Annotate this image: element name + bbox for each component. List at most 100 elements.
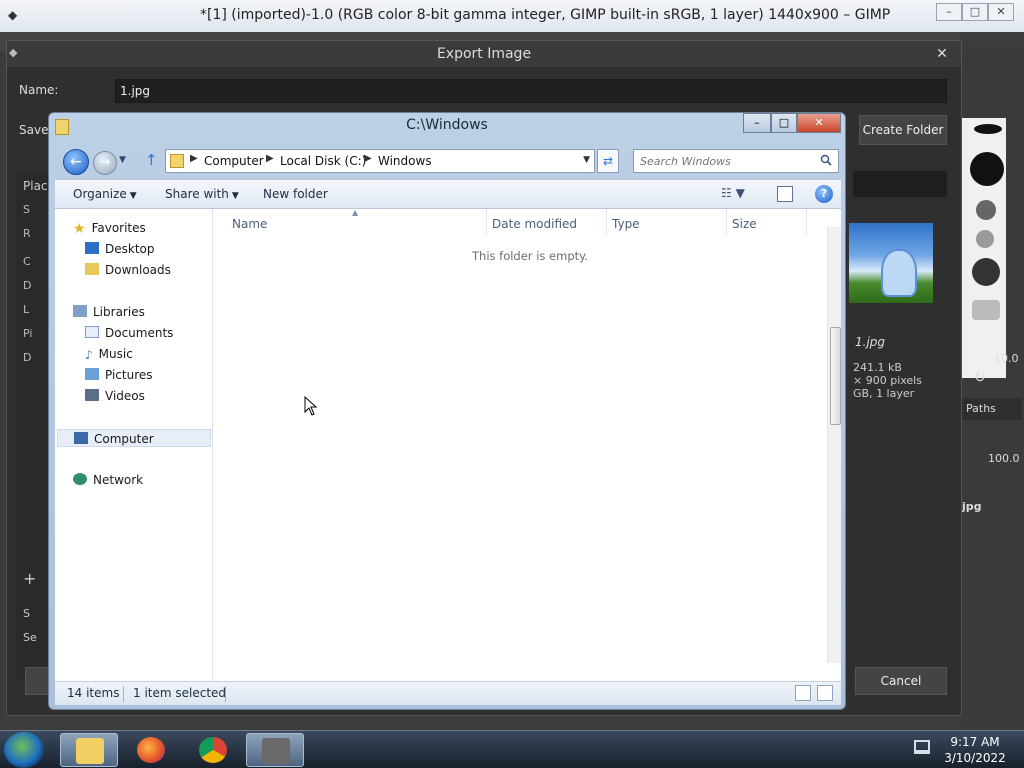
- nav-pictures[interactable]: Pictures: [85, 366, 153, 384]
- gimp-close-button[interactable]: ✕: [988, 3, 1014, 21]
- file-list-pane[interactable]: Name ▲ Date modified Type Size This fold…: [214, 208, 826, 681]
- export-close-button[interactable]: ✕: [931, 44, 953, 64]
- large-icons-view-icon[interactable]: [817, 685, 833, 701]
- taskbar-gimp[interactable]: [246, 733, 304, 767]
- place-item[interactable]: C: [23, 255, 31, 268]
- nav-network[interactable]: Network: [73, 471, 143, 489]
- new-folder-button[interactable]: New folder: [263, 187, 328, 201]
- nav-downloads[interactable]: Downloads: [85, 261, 171, 279]
- brush-swatch[interactable]: [976, 200, 996, 220]
- status-divider: [123, 686, 124, 702]
- recent-pages-dropdown[interactable]: ▼: [119, 155, 126, 165]
- change-view-icon[interactable]: ☷ ▼: [721, 186, 745, 200]
- close-button[interactable]: ✕: [797, 113, 841, 133]
- brush-swatch[interactable]: [970, 152, 1004, 186]
- network-tray-icon[interactable]: [914, 740, 930, 754]
- system-clock[interactable]: 9:17 AM 3/10/2022: [940, 734, 1010, 766]
- refresh-icon[interactable]: ↻: [974, 370, 986, 386]
- brush-swatch[interactable]: [972, 300, 1000, 320]
- nav-computer[interactable]: Computer: [57, 429, 211, 447]
- option-radio[interactable]: Se: [23, 631, 37, 644]
- preview-size: 241.1 kB: [853, 361, 902, 374]
- cancel-button[interactable]: Cancel: [855, 667, 947, 695]
- address-bar[interactable]: ▶ Computer ▶ Local Disk (C:) ▶ Windows ▼: [165, 149, 595, 173]
- breadcrumb-separator-icon[interactable]: ▶: [266, 153, 274, 164]
- column-size[interactable]: Size: [732, 213, 757, 235]
- place-item[interactable]: S: [23, 203, 30, 216]
- search-box[interactable]: [633, 149, 839, 173]
- column-divider[interactable]: [606, 209, 607, 235]
- nav-desktop-label: Desktop: [105, 242, 155, 256]
- search-icon[interactable]: [820, 154, 832, 166]
- breadcrumb-separator-icon[interactable]: ▶: [364, 153, 372, 164]
- nav-downloads-label: Downloads: [105, 263, 171, 277]
- nav-videos[interactable]: Videos: [85, 387, 145, 405]
- nav-network-label: Network: [93, 473, 144, 487]
- up-arrow-icon[interactable]: ↑: [145, 151, 158, 169]
- taskbar: 9:17 AM 3/10/2022: [0, 730, 1024, 768]
- taskbar-chrome[interactable]: [184, 733, 242, 767]
- opacity-value[interactable]: 100.0: [988, 452, 1020, 465]
- brush-swatch[interactable]: [974, 124, 1002, 134]
- vertical-scrollbar[interactable]: [827, 227, 841, 663]
- column-date-modified[interactable]: Date modified: [492, 213, 577, 235]
- place-item[interactable]: Pi: [23, 327, 32, 340]
- windows-file-dialog: C:\Windows – □ ✕ ← → ▼ ↑ ▶ Computer ▶ Lo…: [48, 112, 846, 710]
- minimize-button[interactable]: –: [743, 113, 771, 133]
- breadcrumb-separator-icon[interactable]: ▶: [190, 153, 198, 164]
- refresh-button[interactable]: ⇄: [597, 149, 619, 173]
- nav-desktop[interactable]: Desktop: [85, 240, 155, 258]
- taskbar-explorer[interactable]: [60, 733, 118, 767]
- place-item[interactable]: D: [23, 279, 31, 292]
- column-divider[interactable]: [486, 209, 487, 235]
- status-bar: 14 items 1 item selected: [55, 681, 841, 705]
- nav-libraries[interactable]: Libraries: [73, 303, 145, 321]
- nav-documents[interactable]: Documents: [85, 324, 173, 342]
- column-divider[interactable]: [806, 209, 807, 235]
- address-dropdown-icon[interactable]: ▼: [583, 155, 590, 165]
- chevron-down-icon: ▼: [231, 191, 239, 201]
- place-item[interactable]: L: [23, 303, 29, 316]
- maximize-button[interactable]: □: [771, 113, 797, 133]
- organize-menu[interactable]: Organize ▼: [73, 187, 137, 201]
- back-button[interactable]: ←: [63, 149, 89, 175]
- share-with-menu[interactable]: Share with ▼: [165, 187, 239, 201]
- details-view-icon[interactable]: [795, 685, 811, 701]
- nav-music[interactable]: ♪ Music: [85, 345, 133, 363]
- column-type[interactable]: Type: [612, 213, 640, 235]
- nav-favorites[interactable]: ★ Favorites: [73, 219, 146, 237]
- file-dialog-title: C:\Windows: [406, 117, 488, 133]
- help-icon[interactable]: ?: [815, 185, 833, 203]
- clock-time: 9:17 AM: [950, 735, 1000, 749]
- place-item[interactable]: R: [23, 227, 31, 240]
- gimp-maximize-button[interactable]: □: [962, 3, 988, 21]
- brush-size-value[interactable]: 10.0: [994, 352, 1019, 365]
- search-input[interactable]: [634, 150, 814, 173]
- start-button[interactable]: [4, 732, 44, 768]
- nav-computer-label: Computer: [94, 432, 154, 446]
- preview-pane-icon[interactable]: [777, 186, 793, 202]
- gimp-titlebar: ◆ *[1] (imported)-1.0 (RGB color 8-bit g…: [0, 0, 1024, 32]
- place-item[interactable]: D: [23, 351, 31, 364]
- create-folder-button[interactable]: Create Folder: [859, 115, 947, 145]
- videos-icon: [85, 389, 99, 401]
- breadcrumb-computer[interactable]: Computer: [204, 154, 264, 168]
- folder-icon: [170, 154, 184, 168]
- brush-swatch[interactable]: [972, 258, 1000, 286]
- add-place-button[interactable]: +: [23, 569, 36, 588]
- option-radio[interactable]: S: [23, 607, 30, 620]
- preview-filename: 1.jpg: [855, 335, 886, 349]
- filename-input[interactable]: 1.jpg: [115, 79, 947, 103]
- paths-tab[interactable]: Paths: [962, 398, 1022, 420]
- forward-button[interactable]: →: [93, 151, 117, 175]
- navigation-pane: ★ Favorites Desktop Downloads Libraries D…: [55, 209, 213, 681]
- scrollbar-thumb[interactable]: [830, 327, 841, 425]
- column-divider[interactable]: [726, 209, 727, 235]
- breadcrumb-local-disk[interactable]: Local Disk (C:): [280, 154, 366, 168]
- gimp-minimize-button[interactable]: –: [936, 3, 962, 21]
- breadcrumb-windows[interactable]: Windows: [378, 154, 432, 168]
- taskbar-firefox[interactable]: [122, 733, 180, 767]
- brush-swatch[interactable]: [976, 230, 994, 248]
- brushes-panel[interactable]: [962, 118, 1006, 378]
- column-name[interactable]: Name: [232, 213, 267, 235]
